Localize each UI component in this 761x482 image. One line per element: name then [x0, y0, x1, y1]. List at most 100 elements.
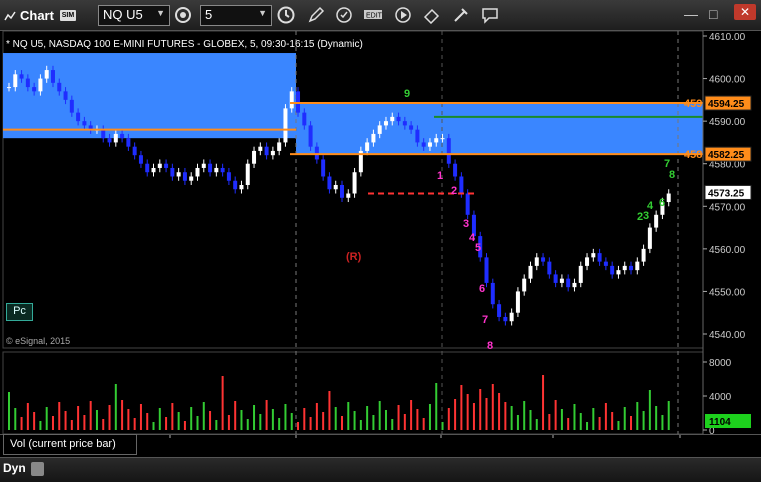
- price-chart[interactable]: 4594584610.004600.004590.004580.004570.0…: [0, 31, 761, 461]
- candle-body: [220, 167, 225, 173]
- chevron-down-icon[interactable]: ▼: [258, 8, 267, 18]
- gear-icon: [175, 7, 191, 23]
- candle-body: [195, 167, 200, 177]
- candle-body: [189, 176, 194, 181]
- candle-body: [541, 257, 546, 262]
- window-title: Chart: [20, 8, 54, 23]
- candle-body: [559, 278, 564, 283]
- candle-body: [270, 150, 275, 156]
- candle-body: [327, 176, 332, 190]
- lower-level-label: 4582.25: [708, 150, 745, 161]
- annotation-label: 2: [637, 211, 643, 223]
- y-tick-label: 4590.00: [709, 117, 746, 128]
- maximize-button[interactable]: □: [709, 6, 717, 27]
- candle-body: [446, 138, 451, 164]
- annotation-label: (R): [346, 251, 362, 263]
- play-icon: [395, 7, 411, 23]
- interval-value: 5: [205, 7, 213, 22]
- candle-body: [616, 270, 621, 275]
- annotation-label: 6: [659, 197, 665, 209]
- supply-zone-right: [296, 103, 703, 155]
- annotation-label: 1: [437, 170, 443, 182]
- candle-body: [145, 163, 150, 173]
- draw-button[interactable]: [305, 4, 327, 26]
- lower-level-short-label: 458: [684, 149, 702, 161]
- volume-tick-label: 8000: [709, 358, 732, 369]
- annotation-label: 3: [463, 218, 469, 230]
- candle-body: [459, 176, 464, 194]
- chart-window-icon: [4, 9, 16, 21]
- candle-body: [371, 133, 376, 143]
- candle-body: [201, 163, 206, 168]
- candle-body: [365, 142, 370, 151]
- price-axis-bg: [703, 31, 761, 434]
- chart-header: * NQ U5, NASDAQ 100 E-MINI FUTURES - GLO…: [6, 39, 363, 50]
- chevron-down-icon[interactable]: ▼: [156, 8, 165, 18]
- candle-body: [553, 274, 558, 283]
- candle-body: [629, 265, 634, 271]
- chart-window-svg: [4, 11, 16, 21]
- volume-last-label: 1104: [709, 417, 731, 428]
- lock-icon[interactable]: [31, 462, 44, 476]
- candle-body: [465, 193, 470, 215]
- tool-button[interactable]: [450, 4, 472, 26]
- candle-body: [176, 172, 181, 177]
- candle-body: [252, 150, 257, 164]
- eraser-button[interactable]: [421, 4, 443, 26]
- close-button[interactable]: ✕: [734, 4, 756, 20]
- eraser-icon: [423, 8, 440, 24]
- candle-body: [233, 180, 238, 190]
- y-tick-label: 4560.00: [709, 245, 746, 256]
- candle-body: [289, 91, 294, 109]
- candle-body: [578, 265, 583, 283]
- candle-body: [120, 133, 125, 139]
- candle-body: [314, 146, 319, 160]
- y-tick-label: 4570.00: [709, 202, 746, 213]
- candle-body: [585, 257, 590, 266]
- candle-body: [38, 78, 43, 92]
- candle-body: [453, 163, 458, 177]
- replay-button[interactable]: [392, 4, 414, 26]
- chart-area[interactable]: 459 458 4610.00 4600.00 4590.00 4580.00 4570.0…: [0, 31, 761, 461]
- candle-body: [654, 214, 659, 228]
- symbol-field[interactable]: NQ U5 ▼: [98, 5, 170, 26]
- comment-button[interactable]: [479, 4, 501, 26]
- minimize-button[interactable]: —: [684, 6, 698, 27]
- edit-study-button[interactable]: EDIT: [362, 4, 384, 26]
- volume-study-label[interactable]: Vol (current price bar): [3, 434, 137, 455]
- candle-body: [170, 167, 175, 177]
- candle-body: [421, 142, 426, 147]
- candle-body: [44, 70, 49, 79]
- candle-body: [352, 172, 357, 194]
- refresh-button[interactable]: [333, 4, 355, 26]
- candle-body: [302, 112, 307, 126]
- candle-body: [126, 138, 131, 147]
- annotation-label: 9: [404, 88, 410, 100]
- interval-field[interactable]: 5 ▼: [200, 5, 272, 26]
- comment-icon: [482, 8, 498, 24]
- candle-body: [434, 138, 439, 143]
- symbol-value: NQ U5: [103, 7, 143, 22]
- pc-button[interactable]: Pc: [6, 303, 33, 321]
- annotation-label: 8: [487, 340, 493, 352]
- candle-body: [427, 142, 432, 147]
- candle-body: [641, 248, 646, 262]
- candle-body: [503, 316, 508, 322]
- candle-body: [484, 257, 489, 283]
- candle-body: [164, 163, 169, 168]
- last-price-label: 4573.25: [708, 188, 745, 199]
- candle-body: [258, 146, 263, 151]
- candle-body: [13, 74, 18, 88]
- candle-body: [497, 304, 502, 317]
- candle-body: [591, 253, 596, 258]
- settings-gear-button[interactable]: [172, 4, 194, 26]
- candle-body: [597, 253, 602, 262]
- annotation-label: 5: [475, 242, 481, 254]
- candle-body: [151, 167, 156, 173]
- candle-body: [25, 78, 30, 88]
- candle-body: [622, 265, 627, 271]
- candle-body: [57, 82, 62, 92]
- tool-icon: [454, 8, 468, 22]
- clock-button[interactable]: [275, 4, 297, 26]
- candle-body: [32, 87, 37, 92]
